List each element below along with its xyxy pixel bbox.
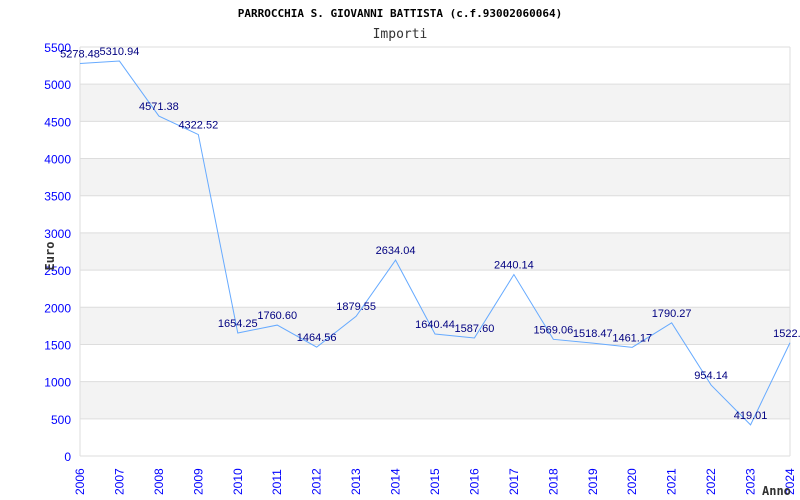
y-tick-label: 4000 (44, 153, 71, 167)
x-tick-label: 2013 (349, 468, 363, 495)
y-tick-label: 1000 (44, 376, 71, 390)
data-label: 419.01 (734, 410, 768, 422)
data-label: 1461.17 (612, 332, 652, 344)
x-tick-label: 2010 (231, 468, 245, 495)
data-label: 1760.60 (257, 310, 297, 322)
data-label: 1464.56 (297, 332, 337, 344)
data-label: 2634.04 (376, 245, 416, 257)
x-tick-label: 2009 (191, 468, 205, 495)
grid-band (80, 158, 790, 196)
x-tick-label: 2021 (665, 468, 679, 495)
grid-band (80, 84, 790, 122)
grid-band (80, 381, 790, 419)
data-label: 4571.38 (139, 101, 179, 113)
y-tick-label: 1500 (44, 338, 71, 352)
x-tick-label: 2014 (389, 468, 403, 495)
data-label: 1569.06 (533, 324, 573, 336)
chart-subtitle: Importi (373, 27, 428, 42)
x-tick-label: 2018 (546, 468, 560, 495)
data-label: 2440.14 (494, 260, 534, 272)
data-label: 1654.25 (218, 318, 258, 330)
chart-title: PARROCCHIA S. GIOVANNI BATTISTA (c.f.930… (238, 7, 563, 20)
data-label: 1518.47 (573, 328, 613, 340)
x-tick-label: 2015 (428, 468, 442, 495)
data-label: 1522.6 (773, 328, 800, 340)
y-tick-label: 500 (51, 413, 71, 427)
data-label: 1587.60 (455, 323, 495, 335)
y-tick-label: 0 (64, 450, 71, 464)
x-tick-label: 2022 (704, 468, 718, 495)
x-axis: 2006 2007 2008 2009 2010 2011 2012 2013 2014 2015… (73, 468, 797, 495)
x-tick-label: 2006 (73, 468, 87, 495)
x-tick-label: 2017 (507, 468, 521, 495)
x-tick-label: 2011 (270, 469, 284, 495)
grid-bands (79, 46, 791, 457)
x-tick-label: 2019 (586, 468, 600, 495)
data-label: 1790.27 (652, 308, 692, 320)
x-tick-label: 2020 (625, 468, 639, 495)
data-label: 5278.48 (60, 48, 100, 60)
line-chart: PARROCCHIA S. GIOVANNI BATTISTA (c.f.930… (43, 7, 800, 498)
x-tick-label: 2012 (310, 468, 324, 495)
data-label: 1879.55 (336, 301, 376, 313)
x-tick-label: 2023 (744, 468, 758, 495)
data-label: 1640.44 (415, 319, 455, 331)
y-tick-label: 2000 (44, 301, 71, 315)
data-label: 5310.94 (100, 46, 140, 58)
y-axis-label: Euro (43, 242, 57, 271)
x-axis-label: Anno (762, 484, 791, 498)
grid-band (80, 232, 790, 271)
y-tick-label: 3000 (44, 227, 71, 241)
x-tick-label: 2016 (467, 468, 481, 495)
x-tick-label: 2007 (112, 468, 126, 495)
x-tick-label: 2008 (152, 468, 166, 495)
y-tick-label: 4500 (44, 115, 71, 129)
data-label: 954.14 (694, 370, 728, 382)
y-tick-label: 3500 (44, 190, 71, 204)
data-label: 4322.52 (178, 120, 218, 132)
y-tick-label: 5000 (44, 78, 71, 92)
